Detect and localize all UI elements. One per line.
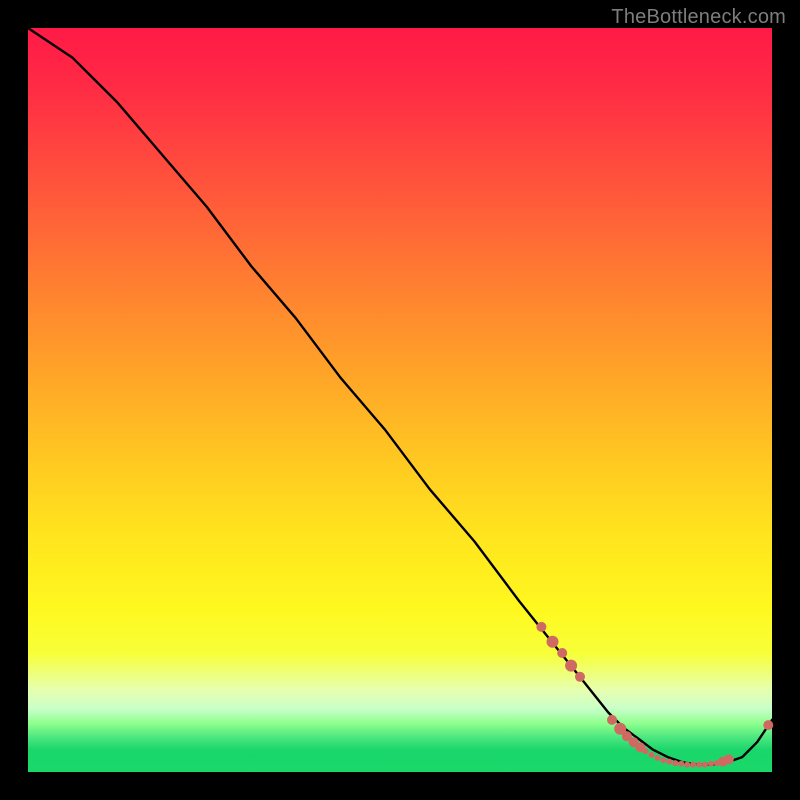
curve-marker [649,752,655,758]
curve-marker [575,672,585,682]
curve-marker [708,761,714,767]
chart-stage: TheBottleneck.com [0,0,800,800]
bottleneck-curve [28,28,772,765]
curve-marker [724,754,734,764]
curve-marker [678,761,684,767]
watermark-label: TheBottleneck.com [611,6,786,29]
curve-marker [696,762,702,768]
curve-marker [607,715,617,725]
curve-marker [690,762,696,768]
curve-marker [672,760,678,766]
curve-marker [536,622,546,632]
curve-marker [565,660,577,672]
marker-group [536,622,773,768]
curve-marker [763,720,773,730]
curve-marker [702,762,708,768]
curve-marker [643,748,649,754]
plot-area [28,28,772,772]
curve-marker [557,648,567,658]
curve-marker [547,636,559,648]
curve-marker [654,755,660,761]
curve-marker [666,759,672,765]
curve-layer [28,28,772,772]
curve-marker [684,762,690,768]
curve-marker [660,757,666,763]
